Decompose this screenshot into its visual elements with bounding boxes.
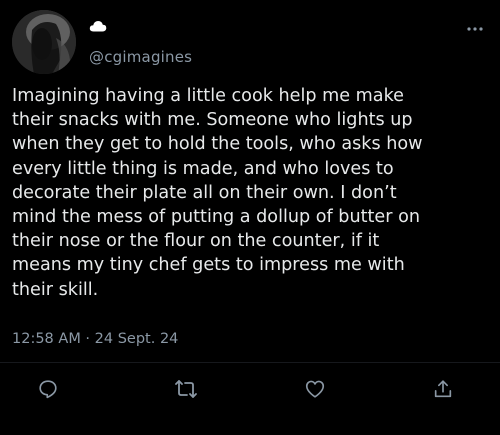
divider <box>0 362 500 363</box>
more-options-icon[interactable] <box>466 17 484 31</box>
tweet-timestamp[interactable]: 12:58 AM · 24 Sept. 24 <box>12 331 178 347</box>
reply-button[interactable] <box>36 377 60 401</box>
like-icon <box>304 378 326 400</box>
share-icon <box>432 378 454 400</box>
like-button[interactable] <box>303 377 327 401</box>
tweet-card: @cgimagines Imagining having a little co… <box>0 0 500 435</box>
avatar[interactable] <box>12 10 76 74</box>
retweet-button[interactable] <box>174 377 198 401</box>
user-handle[interactable]: @cgimagines <box>89 48 192 66</box>
tweet-text: Imagining having a little cook help me m… <box>12 86 423 300</box>
cloud-icon <box>89 20 107 32</box>
retweet-icon <box>174 377 198 401</box>
reply-icon <box>37 378 59 400</box>
share-button[interactable] <box>431 377 455 401</box>
display-name[interactable] <box>89 16 107 36</box>
